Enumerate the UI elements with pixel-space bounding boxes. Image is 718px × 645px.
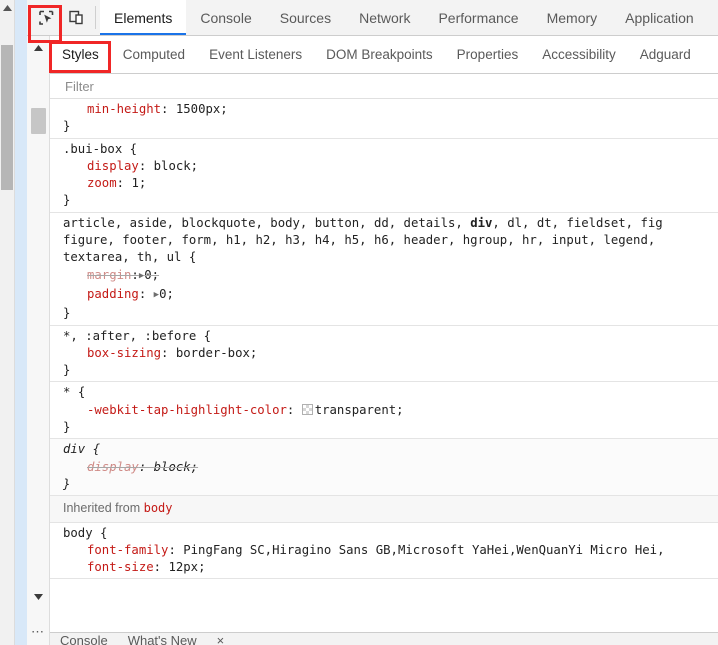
- css-property-name[interactable]: -webkit-tap-highlight-color: [87, 403, 287, 417]
- css-rule-block-user-agent[interactable]: div { display: block; }: [50, 439, 718, 496]
- css-property-value[interactable]: PingFang SC,Hiragino Sans GB,Microsoft Y…: [183, 543, 664, 557]
- css-property-name[interactable]: margin: [87, 268, 131, 282]
- css-declaration[interactable]: -webkit-tap-highlight-color: transparent…: [50, 402, 718, 419]
- more-tools-button[interactable]: ⋯: [27, 622, 49, 642]
- tab-memory[interactable]: Memory: [533, 0, 612, 35]
- css-property-value[interactable]: 0: [144, 268, 151, 282]
- styles-sub-toolbar: Styles Computed Event Listeners DOM Brea…: [50, 36, 718, 74]
- tab-performance[interactable]: Performance: [424, 0, 532, 35]
- css-declaration[interactable]: font-size: 12px;: [50, 559, 718, 576]
- styles-sidebar-gutter: ⋯: [27, 36, 50, 645]
- tab-elements[interactable]: Elements: [100, 0, 186, 35]
- drawer-tab-console[interactable]: Console: [50, 633, 118, 645]
- css-property-name[interactable]: box-sizing: [87, 346, 161, 360]
- css-property-value[interactable]: border-box: [176, 346, 250, 360]
- expand-triangle-icon[interactable]: ▶: [139, 268, 144, 285]
- css-selector[interactable]: * {: [50, 384, 718, 401]
- css-property-name[interactable]: display: [87, 159, 139, 173]
- scroll-down-arrow-icon[interactable]: [27, 589, 49, 605]
- matched-selector: div: [470, 216, 492, 230]
- css-rule-close: }: [50, 192, 718, 209]
- device-toolbar-icon[interactable]: [61, 0, 91, 35]
- css-selector-continued: figure, footer, form, h1, h2, h3, h4, h5…: [50, 232, 718, 249]
- css-property-name[interactable]: display: [87, 460, 139, 474]
- inherited-from-header: Inherited from body: [50, 496, 718, 522]
- css-rule-block[interactable]: body { font-family: PingFang SC,Hiragino…: [50, 523, 718, 580]
- css-rule-close: }: [50, 305, 718, 322]
- css-selector[interactable]: *, :after, :before {: [50, 328, 718, 345]
- styles-filter-bar: [50, 74, 718, 99]
- css-property-name[interactable]: font-size: [87, 560, 154, 574]
- drawer-tabbar: Console What's New ×: [50, 632, 718, 645]
- inherited-from-label: Inherited from: [63, 501, 140, 515]
- css-declaration-overridden[interactable]: display: block;: [50, 459, 718, 476]
- filter-input[interactable]: [63, 78, 567, 95]
- inspect-element-icon[interactable]: [31, 0, 61, 35]
- expand-triangle-icon[interactable]: ▶: [154, 287, 159, 304]
- tab-application[interactable]: Application: [611, 0, 708, 35]
- css-declaration-overridden[interactable]: margin:▶0;: [50, 267, 718, 286]
- page-gutter-strip: [15, 0, 27, 645]
- color-swatch-icon[interactable]: [302, 404, 313, 415]
- css-property-name[interactable]: min-height: [87, 102, 161, 116]
- css-declaration[interactable]: min-height: 1500px;: [50, 101, 718, 118]
- css-rule-block[interactable]: * { -webkit-tap-highlight-color: transpa…: [50, 382, 718, 439]
- styles-rules-pane[interactable]: min-height: 1500px; } .bui-box { display…: [50, 99, 718, 645]
- drawer-close-icon[interactable]: ×: [207, 633, 235, 645]
- css-selector[interactable]: body {: [50, 525, 718, 542]
- scroll-up-arrow-icon[interactable]: [27, 40, 49, 56]
- css-rule-close: }: [50, 476, 718, 493]
- css-selector-continued: textarea, th, ul {: [50, 249, 718, 266]
- sidebar-scrollbar-thumb[interactable]: [31, 108, 46, 134]
- tab-accessibility[interactable]: Accessibility: [530, 36, 628, 73]
- css-property-value[interactable]: 1500px: [176, 102, 220, 116]
- css-declaration[interactable]: box-sizing: border-box;: [50, 345, 718, 362]
- drawer-tab-whats-new[interactable]: What's New: [118, 633, 207, 645]
- css-property-value[interactable]: block: [154, 159, 191, 173]
- tab-computed[interactable]: Computed: [111, 36, 197, 73]
- css-rule-block[interactable]: min-height: 1500px; }: [50, 99, 718, 139]
- css-rule-close: }: [50, 362, 718, 379]
- css-rule-block[interactable]: .bui-box { display: block; zoom: 1; }: [50, 139, 718, 213]
- tab-adguard[interactable]: Adguard: [628, 36, 703, 73]
- tab-event-listeners[interactable]: Event Listeners: [197, 36, 314, 73]
- css-property-name[interactable]: padding: [87, 287, 139, 301]
- toolbar-divider: [95, 6, 96, 29]
- css-declaration[interactable]: display: block;: [50, 158, 718, 175]
- css-rule-close: }: [50, 118, 718, 135]
- css-rule-block[interactable]: *, :after, :before { box-sizing: border-…: [50, 326, 718, 383]
- page-scrollbar-up-arrow-icon[interactable]: [0, 0, 15, 15]
- css-selector[interactable]: div {: [50, 441, 718, 458]
- tab-network[interactable]: Network: [345, 0, 424, 35]
- css-property-value[interactable]: 1: [131, 176, 138, 190]
- inherited-from-element[interactable]: body: [144, 501, 173, 515]
- css-property-value[interactable]: block: [154, 460, 191, 474]
- devtools-main-toolbar: Elements Console Sources Network Perform…: [27, 0, 718, 36]
- tab-properties[interactable]: Properties: [445, 36, 531, 73]
- css-property-value[interactable]: transparent: [315, 403, 396, 417]
- css-property-value[interactable]: 12px: [168, 560, 198, 574]
- css-rule-block[interactable]: article, aside, blockquote, body, button…: [50, 213, 718, 326]
- tab-sources[interactable]: Sources: [266, 0, 345, 35]
- tab-console[interactable]: Console: [186, 0, 265, 35]
- css-property-name[interactable]: zoom: [87, 176, 117, 190]
- devtools-window: Elements Console Sources Network Perform…: [27, 0, 718, 645]
- css-declaration[interactable]: zoom: 1;: [50, 175, 718, 192]
- page-scrollbar[interactable]: [0, 0, 15, 645]
- css-rule-close: }: [50, 419, 718, 436]
- tab-dom-breakpoints[interactable]: DOM Breakpoints: [314, 36, 445, 73]
- css-declaration[interactable]: padding: ▶0;: [50, 286, 718, 305]
- css-selector[interactable]: .bui-box {: [50, 141, 718, 158]
- page-scrollbar-thumb[interactable]: [1, 45, 13, 190]
- css-selector[interactable]: article, aside, blockquote, body, button…: [50, 215, 718, 232]
- css-property-name[interactable]: font-family: [87, 543, 168, 557]
- tab-styles[interactable]: Styles: [50, 36, 111, 73]
- css-declaration[interactable]: font-family: PingFang SC,Hiragino Sans G…: [50, 542, 718, 559]
